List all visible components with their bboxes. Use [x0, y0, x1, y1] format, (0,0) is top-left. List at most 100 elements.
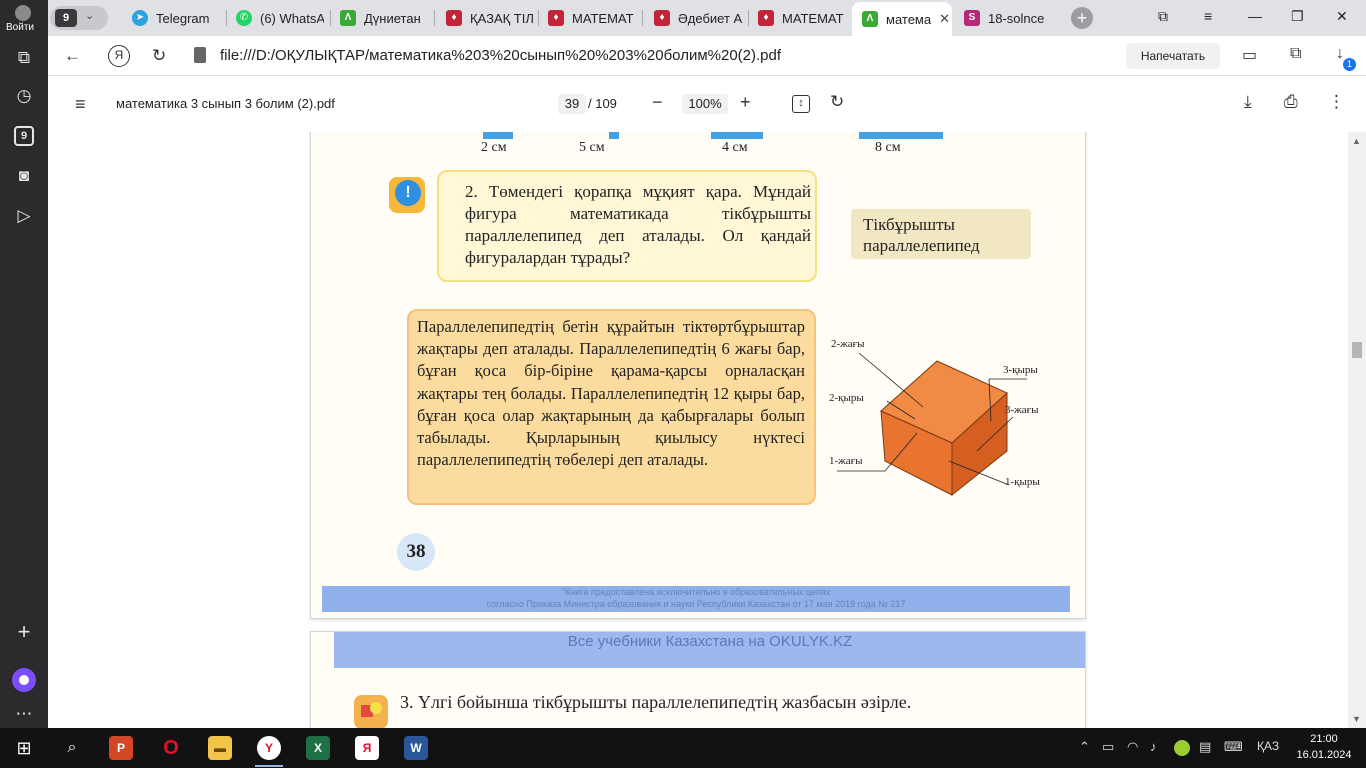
download-icon[interactable]: ⤓	[1244, 92, 1252, 112]
tab-dunietanu[interactable]: Λ Дүниетан	[340, 5, 428, 31]
dimension-label: 5 см	[579, 140, 605, 155]
profile-label: Войти	[6, 22, 34, 33]
tab-title: ҚАЗАҚ ТІЛ	[470, 10, 534, 26]
tab-matematika-active[interactable]: Λ матема ✕	[852, 2, 952, 36]
label-face-2: 2-жағы	[831, 338, 865, 350]
battery-saver-icon[interactable]: ▭	[1242, 45, 1257, 65]
zoom-out-icon[interactable]: −	[652, 92, 663, 113]
tab-separator	[330, 10, 331, 26]
term-box: Тікбұрышты параллелепипед	[851, 209, 1031, 259]
file-icon	[194, 47, 206, 63]
back-icon[interactable]: ←	[64, 46, 81, 66]
tab-kazakh-tili[interactable]: ♦ ҚАЗАҚ ТІЛ	[446, 5, 534, 31]
camera-icon[interactable]: ◙	[12, 164, 36, 188]
tab-title: (6) WhatsA	[260, 10, 324, 26]
close-window-icon[interactable]: ✕	[1336, 8, 1348, 25]
add-icon[interactable]: +	[12, 620, 36, 644]
page-number-input[interactable]: 39	[558, 94, 586, 114]
task-3-text: 3. Үлгі бойынша тікбұрышты параллелепипе…	[400, 692, 912, 712]
url-field[interactable]: file:///D:/ОҚУЛЫҚТАР/математика%203%20сы…	[220, 47, 781, 64]
label-face-3: 3-жағы	[1005, 404, 1039, 416]
yandex-icon[interactable]: Я	[355, 736, 379, 760]
tab-adebiet[interactable]: ♦ Әдебиет А	[654, 5, 742, 31]
tab-group-button[interactable]: 9 ⌄	[50, 6, 108, 30]
minimize-icon[interactable]: —	[1248, 8, 1262, 24]
tab-matemat-2[interactable]: ♦ МАТЕМАТ	[758, 5, 846, 31]
pdf-viewer[interactable]: 2 см 5 см 4 см 8 см ! 2. Төмендегі қорап…	[48, 132, 1366, 728]
clock[interactable]: 21:00 16.01.2024	[1296, 731, 1352, 763]
shield-icon: ♦	[758, 10, 774, 26]
tabs-count-icon[interactable]: 9	[14, 126, 34, 146]
excel-icon[interactable]: X	[306, 736, 330, 760]
yandex-browser-icon[interactable]: Y	[257, 736, 281, 760]
rotate-icon[interactable]: ↻	[830, 92, 844, 112]
collections-icon[interactable]: ⧉	[1158, 8, 1168, 25]
header-banner-text: Все учебники Казахстана на OKULYK.KZ	[567, 633, 853, 650]
profile-button[interactable]: Войти	[0, 0, 48, 36]
collections-icon[interactable]: ⧉	[12, 46, 36, 70]
new-tab-button[interactable]: +	[1071, 7, 1093, 29]
clock-date: 16.01.2024	[1296, 749, 1352, 761]
tab-matemat-1[interactable]: ♦ МАТЕМАТ	[548, 5, 636, 31]
print-icon[interactable]: ⎙	[1284, 92, 1298, 112]
show-hidden-icons-icon[interactable]: ⌃	[1079, 739, 1090, 755]
menu-icon[interactable]: ≡	[1204, 8, 1212, 24]
keyboard-icon[interactable]: ⌨	[1224, 739, 1243, 755]
word-icon[interactable]: W	[404, 736, 428, 760]
tab-telegram[interactable]: ➤ Telegram	[132, 5, 232, 31]
zoom-in-icon[interactable]: +	[740, 92, 751, 113]
hamburger-menu-icon[interactable]: ≡	[75, 94, 86, 115]
fit-page-icon[interactable]: ↕	[792, 95, 810, 113]
scroll-down-icon[interactable]: ▼	[1352, 714, 1361, 724]
windows-start-icon[interactable]: ⊞	[12, 736, 36, 760]
history-icon[interactable]: ◷	[12, 84, 36, 108]
shapes-icon	[354, 695, 388, 728]
tab-separator	[434, 10, 435, 26]
taskbar: ⊞ ⌕ P O ▬ Y X Я W ⌃ ▭ ◠ ♪ ▤ ⌨ ҚАЗ 21:00 …	[0, 728, 1366, 768]
label-edge-1: 1-қыры	[1005, 476, 1040, 488]
footer-line-2: согласно Приказа Министра образования и …	[486, 599, 906, 609]
downloads-icon[interactable]: ↓	[1336, 45, 1344, 63]
powerpoint-icon[interactable]: P	[109, 736, 133, 760]
extensions-icon[interactable]: ⧉	[1290, 45, 1301, 63]
vertical-scrollbar[interactable]: ▲ ▼	[1348, 132, 1366, 728]
opera-icon[interactable]: O	[159, 736, 183, 760]
term-line-2: параллелепипед	[863, 236, 980, 255]
yandex-icon[interactable]: Я	[108, 45, 130, 67]
language-indicator[interactable]: ҚАЗ	[1257, 739, 1279, 753]
wifi-icon[interactable]: ◠	[1127, 739, 1138, 755]
scroll-up-icon[interactable]: ▲	[1352, 136, 1361, 146]
restore-icon[interactable]: ❐	[1291, 8, 1304, 25]
reload-icon[interactable]: ↻	[152, 46, 166, 66]
active-app-indicator	[255, 765, 283, 767]
tab-separator	[538, 10, 539, 26]
file-explorer-icon[interactable]: ▬	[208, 736, 232, 760]
pdf-filename: математика 3 сынып 3 болим (2).pdf	[116, 96, 335, 111]
blue-block	[483, 132, 513, 139]
more-icon[interactable]: ⋯	[12, 702, 36, 726]
print-button[interactable]: Напечатать	[1126, 43, 1220, 69]
play-icon[interactable]: ▷	[12, 204, 36, 228]
tab-strip: Войти 9 ⌄ ➤ Telegram ✆ (6) WhatsA Λ Дүни…	[0, 0, 1366, 36]
page-number: 38	[397, 533, 435, 571]
search-icon[interactable]: ⌕	[60, 736, 84, 760]
battery-icon[interactable]: ▭	[1102, 739, 1114, 755]
dimension-label: 2 см	[481, 140, 507, 155]
user-avatar-icon	[15, 5, 31, 21]
app-tray-icon[interactable]	[1174, 740, 1190, 756]
notes-icon[interactable]: ▤	[1199, 739, 1211, 755]
alice-assistant-icon[interactable]	[12, 668, 36, 692]
tab-whatsapp[interactable]: ✆ (6) WhatsA	[236, 5, 324, 31]
blue-block	[859, 132, 943, 139]
shield-icon: ♦	[548, 10, 564, 26]
volume-icon[interactable]: ♪	[1150, 739, 1157, 754]
definition-box: Параллелепипедтің бетін құрайтын тіктөрт…	[407, 309, 816, 505]
scrollbar-thumb[interactable]	[1352, 342, 1362, 358]
close-tab-icon[interactable]: ✕	[939, 11, 950, 27]
chevron-down-icon: ⌄	[85, 10, 95, 22]
zoom-level-input[interactable]: 100%	[682, 94, 728, 114]
more-options-icon[interactable]: ⋮	[1328, 92, 1345, 112]
footer-line-1: "Книга предоставлена исключительно в обр…	[561, 587, 831, 597]
tab-18-solnce[interactable]: S 18-solnce	[964, 5, 1064, 31]
label-edge-3: 3-қыры	[1003, 364, 1038, 376]
